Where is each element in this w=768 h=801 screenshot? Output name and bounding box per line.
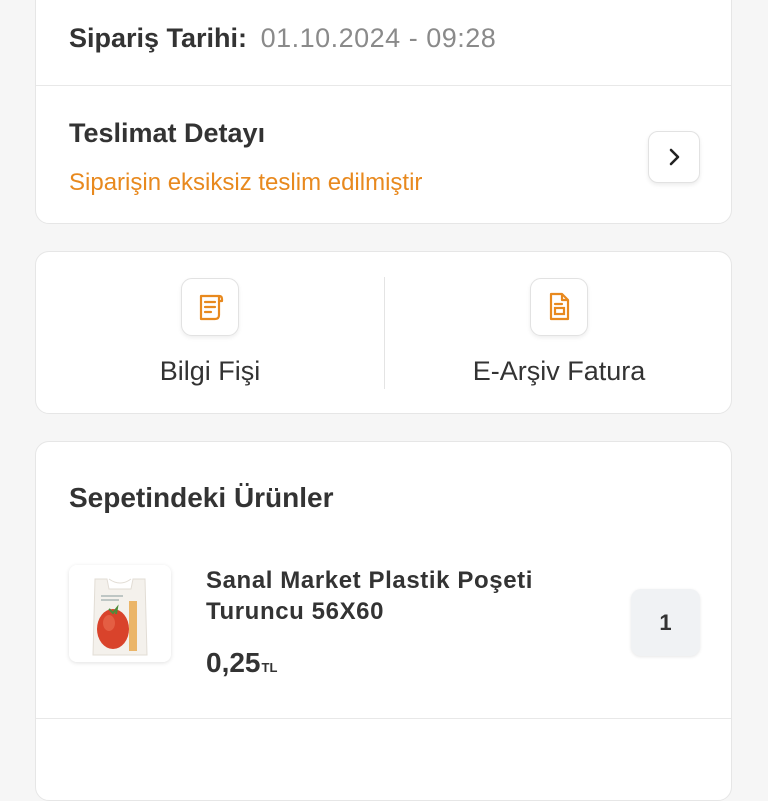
delivery-detail-title: Teslimat Detayı [69, 118, 266, 148]
plastic-bag-image [69, 565, 171, 662]
delivery-detail-button[interactable] [648, 131, 700, 183]
product-image[interactable] [69, 565, 171, 662]
receipt-icon-box [181, 278, 239, 336]
order-info-card: Sipariş Tarihi: 01.10.2024 - 09:28 Tesli… [35, 0, 732, 224]
divider [36, 85, 731, 86]
basket-card: Sepetindeki Ürünler Sanal Market Plastik… [35, 441, 732, 801]
order-date-label: Sipariş Tarihi: [69, 23, 248, 53]
e-archive-invoice-label: E-Arşiv Fatura [472, 356, 646, 386]
product-price: 0,25TL [206, 647, 277, 679]
product-name: Sanal Market Plastik Poşeti Turuncu 56X6… [206, 567, 534, 625]
documents-card: Bilgi Fişi E-Arşiv Fatura [35, 251, 732, 414]
product-price-currency: TL [261, 660, 278, 675]
product-quantity: 1 [631, 589, 700, 656]
receipt-button[interactable]: Bilgi Fişi [36, 252, 384, 413]
receipt-label: Bilgi Fişi [159, 356, 261, 386]
basket-title: Sepetindeki Ürünler [69, 482, 334, 513]
receipt-icon [199, 294, 224, 321]
chevron-right-icon [669, 148, 680, 166]
invoice-icon-box [530, 278, 588, 336]
order-date-value: 01.10.2024 - 09:28 [260, 23, 497, 53]
product-price-value: 0,25 [206, 647, 261, 678]
e-archive-invoice-button[interactable]: E-Arşiv Fatura [385, 252, 731, 413]
divider [36, 718, 731, 719]
order-date-row: Sipariş Tarihi: 01.10.2024 - 09:28 [69, 23, 496, 54]
invoice-icon [549, 292, 570, 321]
delivery-status-text: Siparişin eksiksiz teslim edilmiştir [69, 169, 423, 196]
